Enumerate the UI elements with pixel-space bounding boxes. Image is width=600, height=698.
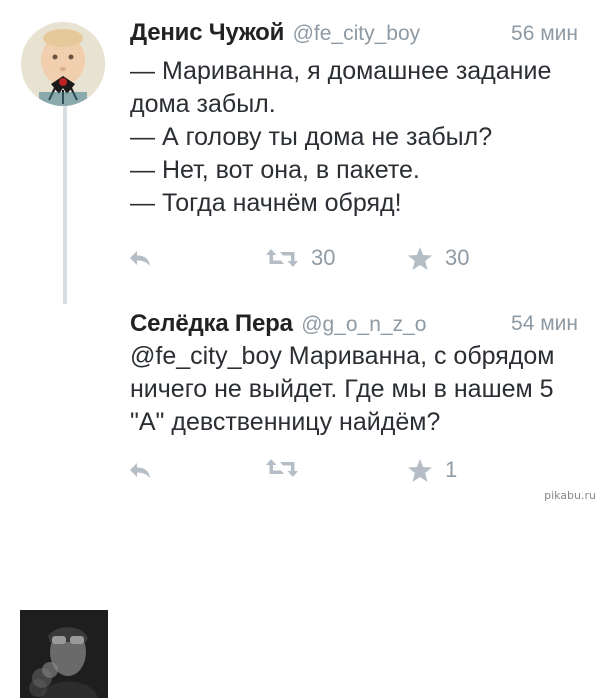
favorite-count: 1 <box>445 457 458 482</box>
tweet-line: — А голову ты дома не забыл? <box>130 123 493 151</box>
tweet-line: — Тогда начнём обряд! <box>130 189 402 217</box>
favorite-count: 30 <box>445 245 470 270</box>
retweet-icon <box>265 457 299 479</box>
favorite-button[interactable]: 30 <box>407 245 469 271</box>
tweet-line: ничего не выйдет. Где мы в нашем 5 <box>130 375 554 403</box>
tweet-line: — Мариванна, я домашнее задание <box>130 57 552 85</box>
author-row: Селёдка Пера @g_o_n_z_o <box>130 310 426 338</box>
tweet-actions: 1 <box>0 455 600 485</box>
retweet-button[interactable] <box>265 457 311 479</box>
tweet-text: — Мариванна, я домашнее задание дома заб… <box>130 55 585 220</box>
thread-line <box>63 104 67 304</box>
author-name[interactable]: Денис Чужой <box>130 19 284 46</box>
reply-icon <box>128 461 152 479</box>
tweet-text: @fe_city_boy Мариванна, с обрядом ничего… <box>130 340 585 439</box>
author-row: Денис Чужой @fe_city_boy <box>130 19 420 47</box>
avatar[interactable] <box>21 22 105 106</box>
tweet-line: "А" девственницу найдём? <box>130 408 441 436</box>
author-handle[interactable]: @g_o_n_z_o <box>301 313 426 336</box>
retweet-button[interactable]: 30 <box>265 245 335 271</box>
star-icon <box>407 246 433 271</box>
reply-button[interactable] <box>128 249 152 267</box>
tweet-2: Селёдка Пера @g_o_n_z_o 54 мин @fe_city_… <box>0 300 600 698</box>
retweet-icon <box>265 247 299 269</box>
timestamp[interactable]: 56 мин <box>511 22 578 46</box>
reply-button[interactable] <box>128 461 152 479</box>
author-name[interactable]: Селёдка Пера <box>130 310 293 337</box>
tweet-1: Денис Чужой @fe_city_boy 56 мин — Марива… <box>0 0 600 304</box>
avatar[interactable] <box>20 610 108 698</box>
reply-icon <box>128 249 152 267</box>
favorite-button[interactable]: 1 <box>407 457 457 483</box>
retweet-count: 30 <box>311 245 336 270</box>
star-icon <box>407 458 433 483</box>
tweet-line: дома забыл. <box>130 90 276 118</box>
tweet-actions: 30 30 <box>0 243 600 273</box>
watermark: pikabu.ru <box>544 489 596 502</box>
tweet-line: — Нет, вот она, в пакете. <box>130 156 420 184</box>
timestamp[interactable]: 54 мин <box>511 312 578 336</box>
tweet-line: @fe_city_boy Мариванна, с обрядом <box>130 342 555 370</box>
author-handle[interactable]: @fe_city_boy <box>293 22 421 45</box>
